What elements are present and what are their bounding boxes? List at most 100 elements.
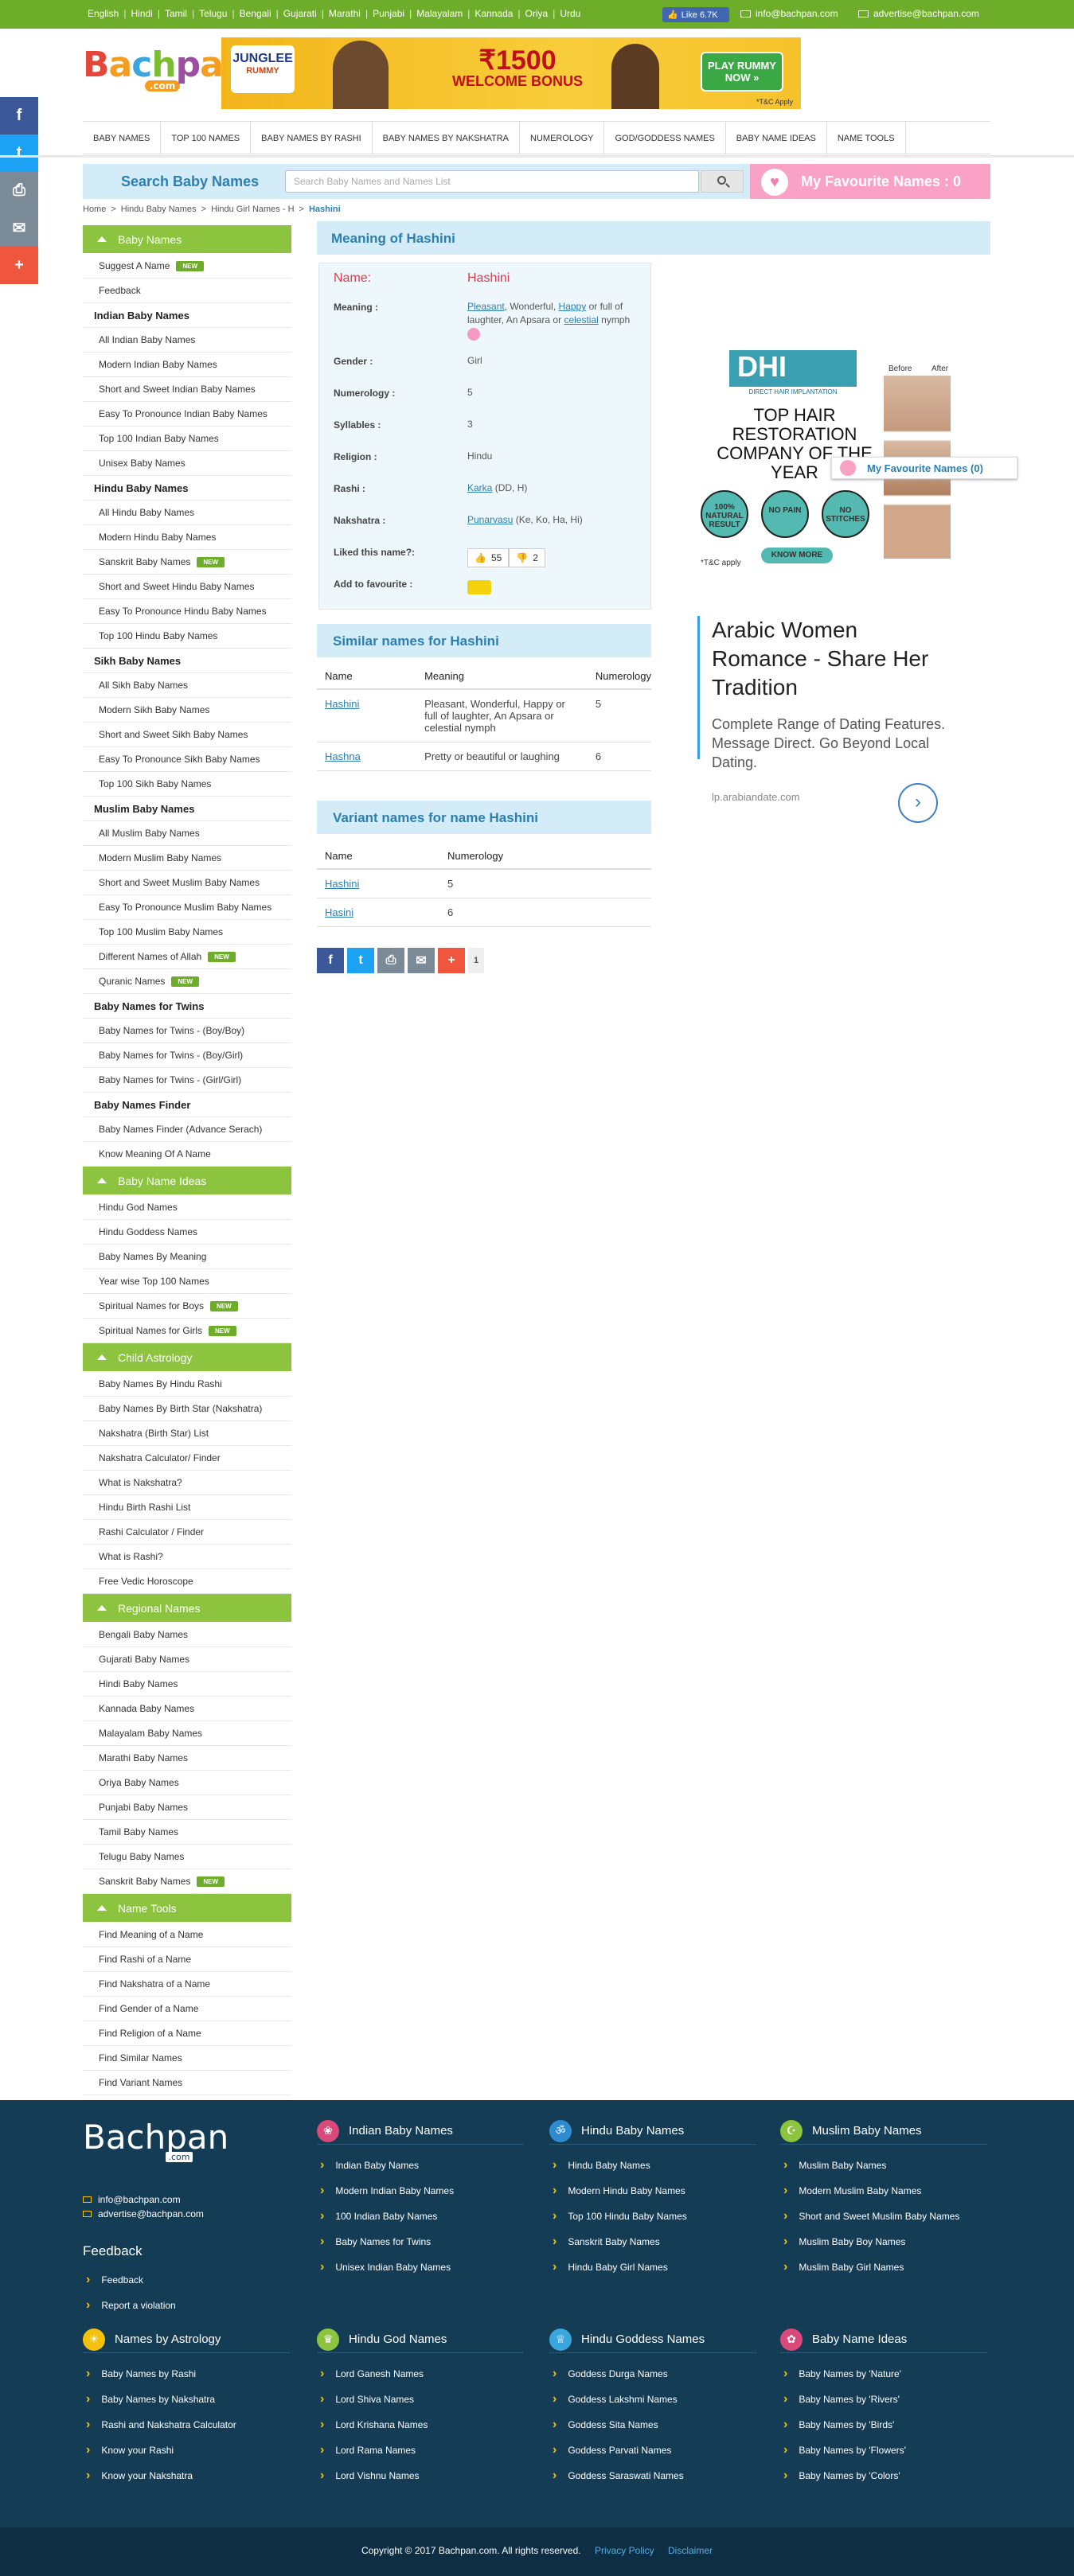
sidebar-item[interactable]: Find Variant Names: [83, 2071, 291, 2095]
sidebar-section-baby-names[interactable]: Baby Names: [83, 225, 291, 254]
meaning-link-happy[interactable]: Happy: [559, 301, 587, 312]
sidebar-item[interactable]: Short and Sweet Indian Baby Names: [83, 377, 291, 402]
footer-link[interactable]: Muslim Baby Boy Names: [780, 2229, 987, 2254]
sidebar-item[interactable]: Short and Sweet Muslim Baby Names: [83, 871, 291, 895]
sidebar-subheading[interactable]: Baby Names Finder: [83, 1093, 291, 1117]
language-link-gujarati[interactable]: Gujarati: [283, 8, 317, 19]
sidebar-item[interactable]: All Sikh Baby Names: [83, 673, 291, 698]
sidebar-section-name-tools[interactable]: Name Tools: [83, 1894, 291, 1923]
sidebar-item[interactable]: Find Similar Names: [83, 2046, 291, 2071]
email-share-icon[interactable]: ✉: [408, 948, 435, 973]
disclaimer-link[interactable]: Disclaimer: [668, 2545, 713, 2556]
sidebar-item[interactable]: All Hindu Baby Names: [83, 501, 291, 525]
variant-name-link[interactable]: Hashini: [325, 878, 359, 890]
sidebar-item[interactable]: Baby Names By Meaning: [83, 1245, 291, 1269]
sidebar-item[interactable]: Nakshatra (Birth Star) List: [83, 1421, 291, 1446]
sidebar-item[interactable]: Kannada Baby Names: [83, 1697, 291, 1721]
footer-link[interactable]: Muslim Baby Names: [780, 2153, 987, 2178]
sidebar-item[interactable]: Hindu God Names: [83, 1195, 291, 1220]
sidebar-item[interactable]: Easy To Pronounce Indian Baby Names: [83, 402, 291, 427]
breadcrumb-hindu-baby-names[interactable]: Hindu Baby Names: [121, 205, 197, 214]
variant-name-link[interactable]: Hasini: [325, 906, 353, 918]
footer-link[interactable]: Short and Sweet Muslim Baby Names: [780, 2204, 987, 2229]
email-share-icon[interactable]: ✉: [0, 209, 38, 247]
similar-name-link[interactable]: Hashini: [325, 698, 359, 710]
footer-link[interactable]: Baby Names by Rashi: [83, 2361, 290, 2387]
nav-item-baby-names-by-rashi[interactable]: BABY NAMES BY RASHI: [251, 122, 373, 154]
footer-link[interactable]: Goddess Saraswati Names: [549, 2463, 756, 2488]
sidebar-item[interactable]: Year wise Top 100 Names: [83, 1269, 291, 1294]
footer-advertise-email[interactable]: advertise@bachpan.com: [83, 2208, 204, 2219]
footer-link[interactable]: Modern Muslim Baby Names: [780, 2178, 987, 2204]
advertise-email-link[interactable]: advertise@bachpan.com: [858, 8, 979, 19]
sidebar-item[interactable]: Suggest A Name NEW: [83, 254, 291, 279]
footer-link[interactable]: Modern Hindu Baby Names: [549, 2178, 756, 2204]
ad-know-more-button[interactable]: KNOW MORE: [761, 548, 833, 563]
footer-link[interactable]: Baby Names by 'Rivers': [780, 2387, 987, 2412]
sidebar-item[interactable]: Quranic Names NEW: [83, 969, 291, 994]
sidebar-item[interactable]: Sanskrit Baby Names NEW: [83, 1869, 291, 1894]
sidebar-item[interactable]: Free Vedic Horoscope: [83, 1569, 291, 1594]
sidebar-item[interactable]: Short and Sweet Hindu Baby Names: [83, 575, 291, 599]
sidebar-subheading[interactable]: Sikh Baby Names: [83, 649, 291, 673]
footer-link[interactable]: Rashi and Nakshatra Calculator: [83, 2412, 290, 2438]
sidebar-item[interactable]: Modern Sikh Baby Names: [83, 698, 291, 723]
meaning-link-pleasant[interactable]: Pleasant: [467, 301, 505, 312]
my-favourite-names-button[interactable]: ♥ My Favourite Names : 0: [750, 164, 990, 199]
footer-link[interactable]: Lord Vishnu Names: [317, 2463, 524, 2488]
breadcrumb-hindu-girl-names-h[interactable]: Hindu Girl Names - H: [211, 205, 295, 214]
info-email-link[interactable]: info@bachpan.com: [740, 8, 838, 19]
nav-item-baby-name-ideas[interactable]: BABY NAME IDEAS: [726, 122, 827, 154]
speaker-icon[interactable]: [467, 327, 480, 341]
sidebar-item[interactable]: Baby Names for Twins - (Girl/Girl): [83, 1068, 291, 1093]
footer-link[interactable]: Lord Rama Names: [317, 2438, 524, 2463]
footer-link[interactable]: Modern Indian Baby Names: [317, 2178, 524, 2204]
sidebar-item[interactable]: Oriya Baby Names: [83, 1771, 291, 1795]
language-link-hindi[interactable]: Hindi: [131, 8, 152, 19]
sidebar-item[interactable]: What is Rashi?: [83, 1545, 291, 1569]
nav-item-baby-names[interactable]: BABY NAMES: [83, 122, 162, 154]
sidebar-item[interactable]: Hindu Birth Rashi List: [83, 1495, 291, 1520]
footer-link[interactable]: Baby Names for Twins: [317, 2229, 524, 2254]
footer-link[interactable]: Goddess Sita Names: [549, 2412, 756, 2438]
add-to-favourite-button[interactable]: [467, 580, 491, 594]
sidebar-item[interactable]: Baby Names By Birth Star (Nakshatra): [83, 1397, 291, 1421]
sidebar-item[interactable]: Sanskrit Baby Names NEW: [83, 550, 291, 575]
sidebar-item[interactable]: Easy To Pronounce Sikh Baby Names: [83, 747, 291, 772]
dating-ad[interactable]: Arabic Women Romance - Share Her Traditi…: [697, 606, 965, 829]
sidebar-item[interactable]: Spiritual Names for Girls NEW: [83, 1319, 291, 1343]
sidebar-item[interactable]: Top 100 Sikh Baby Names: [83, 772, 291, 797]
sidebar-item[interactable]: Top 100 Indian Baby Names: [83, 427, 291, 451]
sidebar-item[interactable]: Modern Hindu Baby Names: [83, 525, 291, 550]
privacy-policy-link[interactable]: Privacy Policy: [595, 2545, 654, 2556]
sidebar-item[interactable]: Short and Sweet Sikh Baby Names: [83, 723, 291, 747]
similar-name-link[interactable]: Hashna: [325, 750, 361, 762]
sidebar-section-child-astrology[interactable]: Child Astrology: [83, 1343, 291, 1372]
print-icon[interactable]: ⎙: [377, 948, 404, 973]
footer-link[interactable]: Goddess Lakshmi Names: [549, 2387, 756, 2412]
sidebar-item[interactable]: Telugu Baby Names: [83, 1845, 291, 1869]
sidebar-item[interactable]: Know Meaning Of A Name: [83, 1142, 291, 1167]
footer-link[interactable]: Know your Rashi: [83, 2438, 290, 2463]
meaning-link-celestial[interactable]: celestial: [564, 314, 598, 325]
like-button[interactable]: 👍 55: [467, 548, 510, 567]
language-link-urdu[interactable]: Urdu: [560, 8, 580, 19]
sidebar-item[interactable]: Punjabi Baby Names: [83, 1795, 291, 1820]
sidebar-item[interactable]: Malayalam Baby Names: [83, 1721, 291, 1746]
nakshatra-link[interactable]: Punarvasu: [467, 514, 513, 525]
print-icon[interactable]: ⎙: [0, 172, 38, 209]
sidebar-item[interactable]: Baby Names By Hindu Rashi: [83, 1372, 291, 1397]
rashi-link[interactable]: Karka: [467, 482, 492, 493]
sidebar-subheading[interactable]: Indian Baby Names: [83, 303, 291, 328]
facebook-like-button[interactable]: 👍 Like 6.7K: [662, 7, 729, 22]
twitter-share-icon[interactable]: t: [0, 134, 38, 172]
sidebar-section-baby-name-ideas[interactable]: Baby Name Ideas: [83, 1167, 291, 1195]
sidebar-item[interactable]: Bengali Baby Names: [83, 1623, 291, 1647]
footer-link[interactable]: 100 Indian Baby Names: [317, 2204, 524, 2229]
sidebar-item[interactable]: Rashi Calculator / Finder: [83, 1520, 291, 1545]
footer-link[interactable]: Report a violation: [83, 2293, 175, 2318]
language-link-malayalam[interactable]: Malayalam: [416, 8, 463, 19]
facebook-share-icon[interactable]: f: [317, 948, 344, 973]
nav-item-name-tools[interactable]: NAME TOOLS: [827, 122, 906, 154]
language-link-tamil[interactable]: Tamil: [165, 8, 187, 19]
